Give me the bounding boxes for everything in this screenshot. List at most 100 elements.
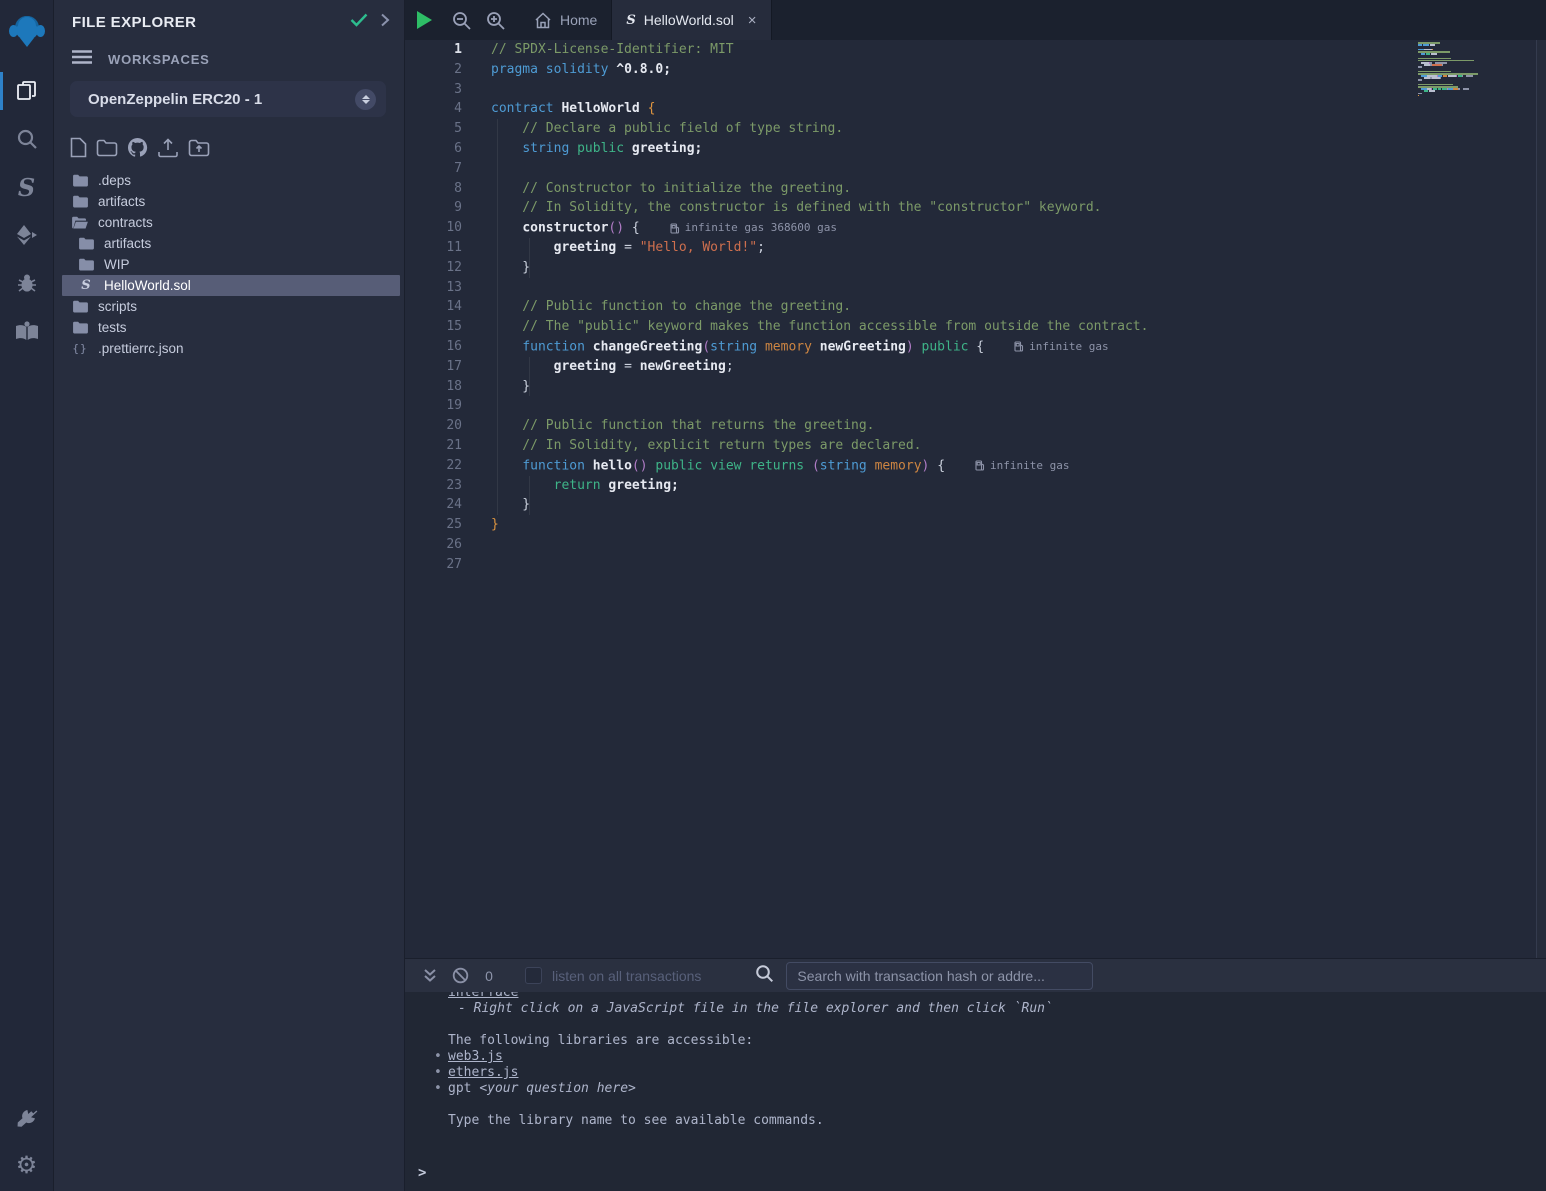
upload-folder-button[interactable] [188,139,210,157]
folder-icon [78,258,94,271]
collapse-terminal-icon[interactable] [415,968,445,983]
zoom-in-button[interactable] [485,10,506,31]
tree-item-artifacts[interactable]: artifacts [62,191,400,212]
new-folder-button[interactable] [96,139,118,157]
line-number: 1 [405,40,462,60]
chevron-right-icon[interactable] [380,13,390,32]
book-icon [14,319,40,343]
terminal-link[interactable]: ethers.js [448,1065,518,1080]
line-number: 10 [405,218,462,238]
sidebar-item-learneth[interactable] [0,308,54,354]
code-line [491,159,1546,179]
line-number: 15 [405,317,462,337]
run-script-button[interactable] [417,11,432,29]
remix-logo-icon [7,12,47,50]
terminal-line: ethers.js [448,1065,1546,1081]
zoom-out-button[interactable] [451,10,472,31]
code-line: // Declare a public field of type string… [491,119,1546,139]
gas-estimate-widget: infinite gas [975,456,1069,476]
code-line: function hello() public view returns (st… [491,456,1546,476]
github-icon[interactable] [127,137,148,158]
line-number: 5 [405,119,462,139]
code-line [491,535,1546,555]
code-line: // Public function to change the greetin… [491,297,1546,317]
folder-open-icon [72,216,88,229]
folder-icon [72,174,88,187]
tree-item--prettierrc-json[interactable]: {}.prettierrc.json [62,338,400,359]
code-line: // The "public" keyword makes the functi… [491,317,1546,337]
tree-item-scripts[interactable]: scripts [62,296,400,317]
terminal-link[interactable]: web3.js [448,1049,503,1064]
gas-estimate-widget: infinite gas 368600 gas [670,218,837,238]
code-line: constructor() {infinite gas 368600 gas [491,218,1546,238]
tree-item-label: scripts [98,299,137,314]
editor-scrollbar[interactable] [1536,40,1546,958]
terminal-output[interactable]: interface- Right click on a JavaScript f… [405,992,1546,1191]
upload-file-button[interactable] [157,138,179,158]
tab-home-label: Home [560,12,597,28]
code-line: // In Solidity, explicit return types ar… [491,436,1546,456]
sidebar-item-settings[interactable]: ⚙ [0,1143,54,1189]
code-line [491,278,1546,298]
sidebar-item-file-explorer[interactable] [0,68,54,114]
code-line: } [491,495,1546,515]
tree-item-helloworld-sol[interactable]: SHelloWorld.sol [62,275,400,296]
workbench: Home S HelloWorld.sol × 1234567891011121… [405,0,1546,1191]
file-explorer-panel: FILE EXPLORER WORKSPACES OpenZeppelin ER… [54,0,405,1191]
sidebar-item-deploy-run[interactable] [0,212,54,258]
hamburger-menu-icon[interactable] [72,50,92,69]
sidebar-item-search[interactable] [0,116,54,162]
tree-item-tests[interactable]: tests [62,317,400,338]
code-editor[interactable]: 1234567891011121314151617181920212223242… [405,40,1546,958]
tree-item-artifacts[interactable]: artifacts [62,233,400,254]
terminal-prompt[interactable]: > [405,1165,1546,1191]
code-line: function changeGreeting(string memory ne… [491,337,1546,357]
tree-item-contracts[interactable]: contracts [62,212,400,233]
terminal-line[interactable]: interface [448,992,1546,1001]
folder-icon [72,321,88,334]
transaction-count: 0 [475,968,503,984]
listen-transactions-checkbox[interactable] [525,967,542,984]
line-number: 23 [405,476,462,496]
solidity-icon: S [78,278,94,293]
gas-estimate-label: infinite gas [1029,337,1108,357]
terminal-search-input[interactable] [786,962,1093,990]
tab-helloworld-sol[interactable]: S HelloWorld.sol × [611,0,771,40]
home-icon [534,12,552,29]
new-file-button[interactable] [70,137,87,158]
accept-check-icon[interactable] [350,13,368,32]
code-line: string public greeting; [491,139,1546,159]
file-explorer-icon [15,79,39,103]
workspace-selected-value: OpenZeppelin ERC20 - 1 [88,91,355,108]
folder-icon [72,300,88,313]
tree-item-wip[interactable]: WIP [62,254,400,275]
clear-console-icon[interactable] [445,967,475,984]
close-tab-icon[interactable]: × [748,12,757,29]
code-line: } [491,515,1546,535]
code-line: contract HelloWorld { [491,99,1546,119]
code-line: pragma solidity ^0.8.0; [491,60,1546,80]
code-line [491,555,1546,575]
tree-item--deps[interactable]: .deps [62,170,400,191]
line-number: 25 [405,515,462,535]
line-number: 20 [405,416,462,436]
code-line: greeting = "Hello, World!"; [491,238,1546,258]
workspace-select[interactable]: OpenZeppelin ERC20 - 1 [70,81,386,117]
tree-item-label: contracts [98,215,153,230]
tab-home[interactable]: Home [520,0,611,40]
gas-estimate-label: infinite gas 368600 gas [685,218,837,238]
sidebar-item-debugger[interactable] [0,260,54,306]
minimap[interactable] [1418,42,1512,101]
line-number: 4 [405,99,462,119]
deploy-run-icon [14,223,40,247]
tree-item-label: artifacts [98,194,145,209]
remix-logo[interactable] [0,8,54,54]
code-line: greeting = newGreeting; [491,357,1546,377]
line-number: 7 [405,159,462,179]
line-number: 16 [405,337,462,357]
code-line: } [491,377,1546,397]
sidebar-item-plugin-manager[interactable] [0,1095,54,1141]
sidebar-item-solidity-compiler[interactable]: S [0,164,54,210]
line-number: 24 [405,495,462,515]
line-number: 21 [405,436,462,456]
